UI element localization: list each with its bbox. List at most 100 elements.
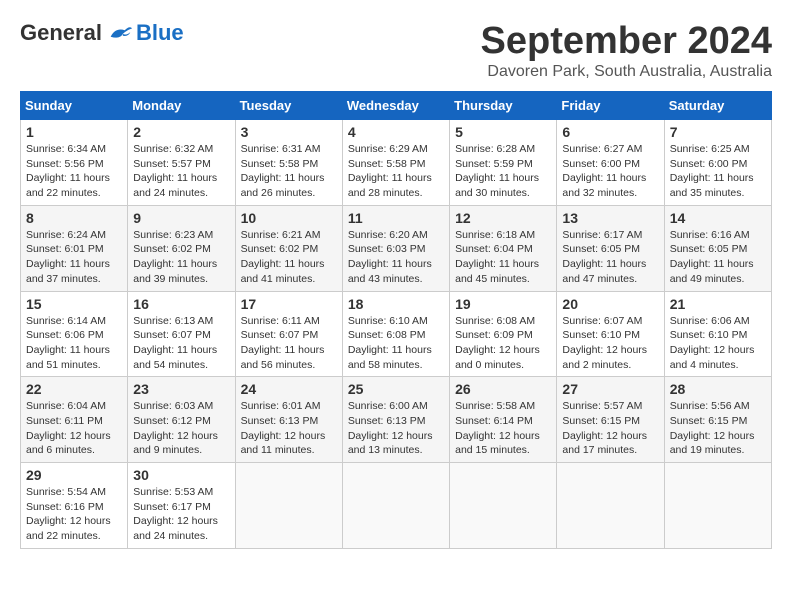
- calendar-week-row: 1 Sunrise: 6:34 AM Sunset: 5:56 PM Daylig…: [21, 120, 772, 206]
- calendar-cell: 2 Sunrise: 6:32 AM Sunset: 5:57 PM Daylig…: [128, 120, 235, 206]
- calendar-cell: 22Sunrise: 6:04 AM Sunset: 6:11 PM Dayli…: [21, 377, 128, 463]
- calendar-cell: 30 Sunrise: 5:53 AM Sunset: 6:17 PM Dayli…: [128, 463, 235, 549]
- calendar-header-sunday: Sunday: [21, 92, 128, 120]
- calendar-week-row: 8 Sunrise: 6:24 AM Sunset: 6:01 PM Daylig…: [21, 205, 772, 291]
- day-info: Sunrise: 6:03 AM Sunset: 6:12 PM Dayligh…: [133, 399, 229, 458]
- day-number: 24: [241, 381, 337, 397]
- calendar-cell: 17 Sunrise: 6:11 AM Sunset: 6:07 PM Dayli…: [235, 291, 342, 377]
- calendar-cell: 12Sunrise: 6:18 AM Sunset: 6:04 PM Dayli…: [450, 205, 557, 291]
- page-header: General Blue September 2024 Davoren Park…: [20, 20, 772, 81]
- day-number: 10: [241, 210, 337, 226]
- day-number: 23: [133, 381, 229, 397]
- day-number: 28: [670, 381, 766, 397]
- day-info: Sunrise: 6:13 AM Sunset: 6:07 PM Dayligh…: [133, 314, 229, 373]
- calendar-cell: 3 Sunrise: 6:31 AM Sunset: 5:58 PM Daylig…: [235, 120, 342, 206]
- location: Davoren Park, South Australia, Australia: [481, 63, 773, 81]
- calendar-header-wednesday: Wednesday: [342, 92, 449, 120]
- calendar-table: SundayMondayTuesdayWednesdayThursdayFrid…: [20, 91, 772, 549]
- day-info: Sunrise: 6:10 AM Sunset: 6:08 PM Dayligh…: [348, 314, 444, 373]
- day-number: 16: [133, 296, 229, 312]
- day-info: Sunrise: 5:58 AM Sunset: 6:14 PM Dayligh…: [455, 399, 551, 458]
- day-number: 14: [670, 210, 766, 226]
- day-number: 20: [562, 296, 658, 312]
- day-info: Sunrise: 6:06 AM Sunset: 6:10 PM Dayligh…: [670, 314, 766, 373]
- day-info: Sunrise: 6:07 AM Sunset: 6:10 PM Dayligh…: [562, 314, 658, 373]
- calendar-cell: [235, 463, 342, 549]
- day-number: 27: [562, 381, 658, 397]
- day-info: Sunrise: 5:57 AM Sunset: 6:15 PM Dayligh…: [562, 399, 658, 458]
- day-info: Sunrise: 6:20 AM Sunset: 6:03 PM Dayligh…: [348, 228, 444, 287]
- calendar-cell: 15 Sunrise: 6:14 AM Sunset: 6:06 PM Dayli…: [21, 291, 128, 377]
- day-number: 11: [348, 210, 444, 226]
- calendar-cell: 25 Sunrise: 6:00 AM Sunset: 6:13 PM Dayli…: [342, 377, 449, 463]
- day-info: Sunrise: 5:53 AM Sunset: 6:17 PM Dayligh…: [133, 485, 229, 544]
- day-info: Sunrise: 6:16 AM Sunset: 6:05 PM Dayligh…: [670, 228, 766, 287]
- calendar-cell: 18 Sunrise: 6:10 AM Sunset: 6:08 PM Dayli…: [342, 291, 449, 377]
- day-info: Sunrise: 5:54 AM Sunset: 6:16 PM Dayligh…: [26, 485, 122, 544]
- day-number: 8: [26, 210, 122, 226]
- day-info: Sunrise: 6:24 AM Sunset: 6:01 PM Dayligh…: [26, 228, 122, 287]
- day-number: 30: [133, 467, 229, 483]
- calendar-cell: [557, 463, 664, 549]
- calendar-cell: 13 Sunrise: 6:17 AM Sunset: 6:05 PM Dayli…: [557, 205, 664, 291]
- day-info: Sunrise: 6:08 AM Sunset: 6:09 PM Dayligh…: [455, 314, 551, 373]
- calendar-cell: 7Sunrise: 6:25 AM Sunset: 6:00 PM Daylig…: [664, 120, 771, 206]
- calendar-cell: 29Sunrise: 5:54 AM Sunset: 6:16 PM Dayli…: [21, 463, 128, 549]
- day-number: 13: [562, 210, 658, 226]
- calendar-cell: [342, 463, 449, 549]
- day-info: Sunrise: 6:04 AM Sunset: 6:11 PM Dayligh…: [26, 399, 122, 458]
- calendar-header-saturday: Saturday: [664, 92, 771, 120]
- day-info: Sunrise: 6:01 AM Sunset: 6:13 PM Dayligh…: [241, 399, 337, 458]
- calendar-cell: 28 Sunrise: 5:56 AM Sunset: 6:15 PM Dayli…: [664, 377, 771, 463]
- day-info: Sunrise: 6:34 AM Sunset: 5:56 PM Dayligh…: [26, 142, 122, 201]
- day-number: 7: [670, 124, 766, 140]
- calendar-cell: 1 Sunrise: 6:34 AM Sunset: 5:56 PM Daylig…: [21, 120, 128, 206]
- day-number: 3: [241, 124, 337, 140]
- logo: General Blue: [20, 20, 184, 46]
- calendar-header-monday: Monday: [128, 92, 235, 120]
- day-number: 12: [455, 210, 551, 226]
- calendar-cell: 11 Sunrise: 6:20 AM Sunset: 6:03 PM Dayli…: [342, 205, 449, 291]
- day-info: Sunrise: 5:56 AM Sunset: 6:15 PM Dayligh…: [670, 399, 766, 458]
- day-number: 19: [455, 296, 551, 312]
- calendar-cell: 6Sunrise: 6:27 AM Sunset: 6:00 PM Daylig…: [557, 120, 664, 206]
- day-number: 2: [133, 124, 229, 140]
- day-info: Sunrise: 6:31 AM Sunset: 5:58 PM Dayligh…: [241, 142, 337, 201]
- logo-blue: Blue: [136, 20, 184, 46]
- day-info: Sunrise: 6:17 AM Sunset: 6:05 PM Dayligh…: [562, 228, 658, 287]
- day-info: Sunrise: 6:21 AM Sunset: 6:02 PM Dayligh…: [241, 228, 337, 287]
- calendar-header-tuesday: Tuesday: [235, 92, 342, 120]
- day-number: 26: [455, 381, 551, 397]
- day-info: Sunrise: 6:11 AM Sunset: 6:07 PM Dayligh…: [241, 314, 337, 373]
- logo-general: General: [20, 20, 102, 46]
- day-number: 15: [26, 296, 122, 312]
- day-info: Sunrise: 6:29 AM Sunset: 5:58 PM Dayligh…: [348, 142, 444, 201]
- day-number: 21: [670, 296, 766, 312]
- calendar-cell: 20 Sunrise: 6:07 AM Sunset: 6:10 PM Dayli…: [557, 291, 664, 377]
- day-info: Sunrise: 6:00 AM Sunset: 6:13 PM Dayligh…: [348, 399, 444, 458]
- day-number: 4: [348, 124, 444, 140]
- day-number: 18: [348, 296, 444, 312]
- calendar-cell: 5Sunrise: 6:28 AM Sunset: 5:59 PM Daylig…: [450, 120, 557, 206]
- day-info: Sunrise: 6:14 AM Sunset: 6:06 PM Dayligh…: [26, 314, 122, 373]
- day-number: 1: [26, 124, 122, 140]
- calendar-cell: 8 Sunrise: 6:24 AM Sunset: 6:01 PM Daylig…: [21, 205, 128, 291]
- month-title: September 2024: [481, 20, 773, 63]
- calendar-cell: 24 Sunrise: 6:01 AM Sunset: 6:13 PM Dayli…: [235, 377, 342, 463]
- calendar-cell: 9Sunrise: 6:23 AM Sunset: 6:02 PM Daylig…: [128, 205, 235, 291]
- calendar-cell: 10 Sunrise: 6:21 AM Sunset: 6:02 PM Dayli…: [235, 205, 342, 291]
- calendar-cell: 14 Sunrise: 6:16 AM Sunset: 6:05 PM Dayli…: [664, 205, 771, 291]
- day-info: Sunrise: 6:32 AM Sunset: 5:57 PM Dayligh…: [133, 142, 229, 201]
- day-number: 25: [348, 381, 444, 397]
- calendar-cell: 23 Sunrise: 6:03 AM Sunset: 6:12 PM Dayli…: [128, 377, 235, 463]
- day-info: Sunrise: 6:28 AM Sunset: 5:59 PM Dayligh…: [455, 142, 551, 201]
- day-number: 17: [241, 296, 337, 312]
- calendar-week-row: 15 Sunrise: 6:14 AM Sunset: 6:06 PM Dayli…: [21, 291, 772, 377]
- day-info: Sunrise: 6:23 AM Sunset: 6:02 PM Dayligh…: [133, 228, 229, 287]
- calendar-week-row: 22Sunrise: 6:04 AM Sunset: 6:11 PM Dayli…: [21, 377, 772, 463]
- day-info: Sunrise: 6:27 AM Sunset: 6:00 PM Dayligh…: [562, 142, 658, 201]
- calendar-header-row: SundayMondayTuesdayWednesdayThursdayFrid…: [21, 92, 772, 120]
- calendar-week-row: 29Sunrise: 5:54 AM Sunset: 6:16 PM Dayli…: [21, 463, 772, 549]
- calendar-cell: 21 Sunrise: 6:06 AM Sunset: 6:10 PM Dayli…: [664, 291, 771, 377]
- calendar-cell: 4 Sunrise: 6:29 AM Sunset: 5:58 PM Daylig…: [342, 120, 449, 206]
